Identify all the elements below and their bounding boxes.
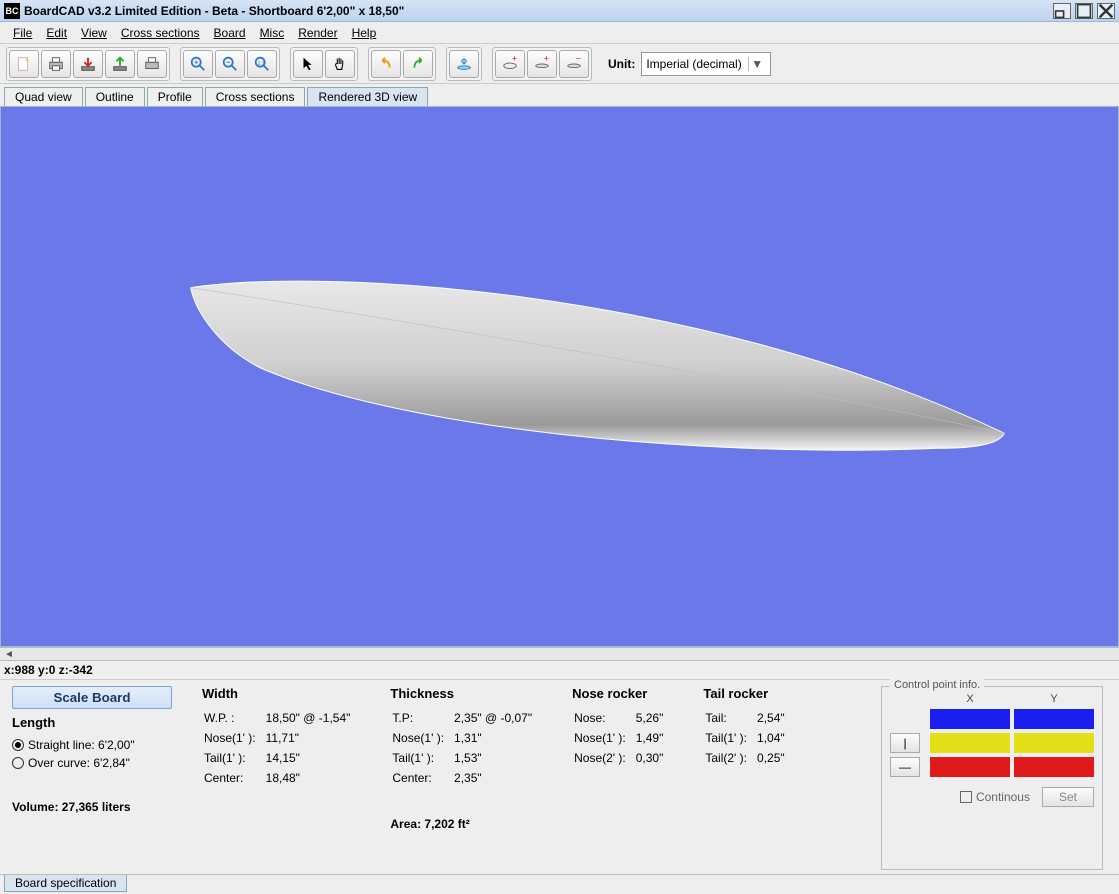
menu-cross-sections[interactable]: Cross sections <box>114 24 207 42</box>
menu-render[interactable]: Render <box>291 24 344 42</box>
tab-board-spec[interactable]: Board specification <box>4 875 127 892</box>
unit-combo[interactable]: Imperial (decimal) ▼ <box>641 52 770 76</box>
pointer-button[interactable] <box>293 50 323 78</box>
svg-text:1:1: 1:1 <box>258 60 265 66</box>
menu-help[interactable]: Help <box>345 24 384 42</box>
continuous-checkbox[interactable]: Continous <box>960 790 1030 804</box>
window-title: BoardCAD v3.2 Limited Edition - Beta - S… <box>24 4 1053 18</box>
tab-outline[interactable]: Outline <box>85 87 145 106</box>
menu-misc[interactable]: Misc <box>253 24 292 42</box>
spec-panel: Scale Board Length Straight line: 6'2,00… <box>0 679 1119 874</box>
chevron-down-icon: ▼ <box>748 57 766 71</box>
width-header: Width <box>202 686 360 701</box>
print-button[interactable] <box>41 50 71 78</box>
cp-legend: Control point info. <box>890 679 984 691</box>
control-point-panel: Control point info. X Y | — Continous Se… <box>881 686 1103 870</box>
nose-table: Nose:5,26" Nose(1' ):1,49" Nose(2' ):0,3… <box>572 707 673 769</box>
toolbar: 1:1 + + − Unit: Imperial (decimal) ▼ <box>0 44 1119 84</box>
zoom-in-button[interactable] <box>183 50 213 78</box>
unit-label: Unit: <box>608 57 635 71</box>
menu-edit[interactable]: Edit <box>39 24 74 42</box>
radio-straight-line[interactable]: Straight line: 6'2,00" <box>12 738 172 752</box>
radio-icon <box>12 757 24 769</box>
minimize-button[interactable] <box>1053 3 1071 19</box>
menu-view[interactable]: View <box>74 24 114 42</box>
view-tabs: Quad view Outline Profile Cross sections… <box>0 84 1119 106</box>
area-value: Area: 7,202 ft² <box>390 817 542 831</box>
set-button[interactable]: Set <box>1042 787 1094 807</box>
nose-header: Nose rocker <box>572 686 673 701</box>
scale-board-button[interactable]: Scale Board <box>12 686 172 709</box>
cp-x-red[interactable] <box>930 757 1010 777</box>
menu-board[interactable]: Board <box>207 24 253 42</box>
print-spec-button[interactable] <box>137 50 167 78</box>
remove-section-button[interactable]: − <box>559 50 589 78</box>
title-bar: BC BoardCAD v3.2 Limited Edition - Beta … <box>0 0 1119 22</box>
cp-x-header: X <box>930 693 1010 705</box>
tab-quad-view[interactable]: Quad view <box>4 87 83 106</box>
open-button[interactable] <box>73 50 103 78</box>
width-table: W.P. :18,50" @ -1,54" Nose(1' ):11,71" T… <box>202 707 360 789</box>
zoom-out-button[interactable] <box>215 50 245 78</box>
cp-hbar-button[interactable]: — <box>890 757 920 777</box>
svg-text:−: − <box>576 55 581 63</box>
cp-x-blue[interactable] <box>930 709 1010 729</box>
length-header: Length <box>12 715 172 730</box>
tab-rendered-3d[interactable]: Rendered 3D view <box>307 87 428 106</box>
zoom-fit-button[interactable]: 1:1 <box>247 50 277 78</box>
menu-file[interactable]: File <box>6 24 39 42</box>
tail-header: Tail rocker <box>703 686 794 701</box>
checkbox-icon <box>960 791 972 803</box>
unit-value: Imperial (decimal) <box>646 57 741 71</box>
svg-text:+: + <box>544 55 549 63</box>
cp-vbar-button[interactable]: | <box>890 733 920 753</box>
bottom-tabs: Board specification <box>0 874 1119 894</box>
redo-button[interactable] <box>403 50 433 78</box>
undo-button[interactable] <box>371 50 401 78</box>
add-profile-button[interactable]: + <box>527 50 557 78</box>
flip-button[interactable] <box>449 50 479 78</box>
add-section-button[interactable]: + <box>495 50 525 78</box>
maximize-button[interactable] <box>1075 3 1093 19</box>
thickness-table: T.P:2,35" @ -0,07" Nose(1' ):1,31" Tail(… <box>390 707 542 789</box>
thickness-header: Thickness <box>390 686 542 701</box>
viewport-3d[interactable] <box>0 106 1119 647</box>
app-icon: BC <box>4 3 20 19</box>
pan-button[interactable] <box>325 50 355 78</box>
volume-value: Volume: 27,365 liters <box>12 800 172 814</box>
scroll-bar[interactable]: ◄ <box>0 647 1119 661</box>
cp-y-header: Y <box>1014 693 1094 705</box>
cp-y-yellow[interactable] <box>1014 733 1094 753</box>
radio-over-curve[interactable]: Over curve: 6'2,84" <box>12 756 172 770</box>
tab-cross-sections[interactable]: Cross sections <box>205 87 306 106</box>
save-button[interactable] <box>105 50 135 78</box>
tail-table: Tail:2,54" Tail(1' ):1,04" Tail(2' ):0,2… <box>703 707 794 769</box>
new-button[interactable] <box>9 50 39 78</box>
cp-x-yellow[interactable] <box>930 733 1010 753</box>
svg-text:+: + <box>512 55 517 63</box>
arrow-left-icon: ◄ <box>4 649 14 660</box>
radio-icon <box>12 739 24 751</box>
close-button[interactable] <box>1097 3 1115 19</box>
menu-bar: File Edit View Cross sections Board Misc… <box>0 22 1119 44</box>
tab-profile[interactable]: Profile <box>147 87 203 106</box>
coords-readout: x:988 y:0 z:-342 <box>0 661 1119 679</box>
cp-y-blue[interactable] <box>1014 709 1094 729</box>
cp-y-red[interactable] <box>1014 757 1094 777</box>
